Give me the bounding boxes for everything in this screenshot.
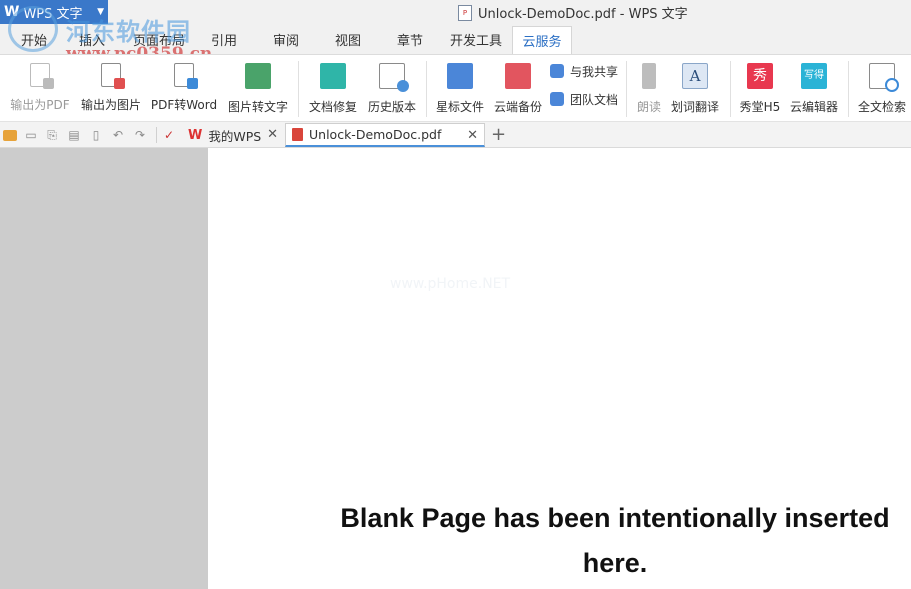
shared-with-me-label: 与我共享 [570, 64, 619, 79]
tab-developer[interactable]: 开发工具 [446, 26, 506, 54]
cloud-editor-label: 云编辑器 [789, 100, 838, 114]
page-body-text: Blank Page has been intentionally insert… [340, 503, 890, 578]
team-docs-label: 团队文档 [570, 92, 619, 107]
history-button[interactable]: 历史版本 [364, 59, 420, 119]
fulltext-search-label: 全文检索 [857, 100, 906, 114]
open-folder-icon[interactable] [3, 130, 17, 141]
shared-with-me-button[interactable]: 与我共享 [550, 61, 618, 81]
shared-with-me-icon [550, 64, 564, 78]
export-pdf-label: 输出为PDF [10, 98, 70, 112]
tab-my-wps[interactable]: W 我的WPS ✕ [182, 123, 284, 147]
document-tab-bar: ▭ ⎘ ▤ ▯ ↶ ↷ ✓ W 我的WPS ✕ Unlock-DemoDoc.p… [0, 122, 911, 148]
export-image-button[interactable]: 输出为图片 [78, 59, 144, 119]
translate-button[interactable]: A 划词翻译 [668, 59, 722, 119]
tab-my-wps-label: 我的WPS [208, 128, 262, 144]
fulltext-search-button[interactable]: 全文检索 [854, 59, 910, 119]
tab-cloud-services[interactable]: 云服务 [512, 26, 572, 54]
close-icon[interactable]: ✕ [267, 127, 278, 142]
undo-icon[interactable]: ↶ [111, 128, 125, 142]
close-icon[interactable]: ✕ [467, 128, 478, 143]
print-icon[interactable]: ▤ [67, 128, 81, 142]
ribbon-separator [298, 61, 299, 117]
starred-files-label: 星标文件 [435, 100, 484, 114]
pdf-file-icon [292, 128, 303, 141]
window-title-text: Unlock-DemoDoc.pdf - WPS 文字 [478, 7, 688, 22]
wps-logo-icon: W [188, 127, 203, 143]
starred-folder-icon [447, 63, 473, 89]
redo-icon[interactable]: ↷ [133, 128, 147, 142]
save-icon[interactable]: ▭ [24, 128, 38, 142]
ribbon-separator [426, 61, 427, 117]
starred-files-button[interactable]: 星标文件 [432, 59, 488, 119]
ribbon-separator [730, 61, 731, 117]
ribbon-separator [848, 61, 849, 117]
export-pdf-button[interactable]: 输出为PDF [6, 59, 74, 119]
export-pdf-icon [30, 63, 54, 89]
window-title: P Unlock-DemoDoc.pdf - WPS 文字 [458, 3, 688, 22]
tab-view[interactable]: 视图 [328, 26, 368, 54]
doc-repair-icon [320, 63, 346, 89]
xiutang-h5-button[interactable]: 秀 秀堂H5 [736, 59, 784, 119]
team-docs-icon [550, 92, 564, 106]
pdf-to-word-icon [174, 63, 198, 89]
document-gutter [0, 148, 208, 589]
cloud-backup-button[interactable]: 云端备份 [490, 59, 546, 119]
read-aloud-button[interactable]: 朗读 [632, 59, 666, 119]
team-docs-button[interactable]: 团队文档 [550, 89, 618, 109]
pdf-file-icon: P [458, 4, 472, 21]
export-image-icon [101, 63, 125, 89]
watermark-logo-icon [8, 6, 58, 52]
cloud-backup-label: 云端备份 [493, 100, 542, 114]
cloud-editor-button[interactable]: 写得 云编辑器 [786, 59, 842, 119]
doc-repair-button[interactable]: 文档修复 [304, 59, 362, 119]
tab-review[interactable]: 审阅 [266, 26, 306, 54]
translate-label: 划词翻译 [670, 100, 719, 114]
microphone-icon [642, 63, 656, 89]
image-to-text-label: 图片转文字 [227, 100, 288, 114]
new-tab-plus-icon[interactable]: + [491, 124, 506, 145]
history-icon [379, 63, 409, 92]
fulltext-search-icon [869, 63, 899, 92]
page-watermark: www.pHome.NET [390, 276, 511, 292]
xiutang-icon: 秀 [747, 63, 773, 89]
read-aloud-label: 朗读 [636, 100, 661, 114]
watermark-site-name: 河东软件园 [66, 18, 191, 46]
print-preview-icon[interactable]: ▯ [89, 128, 103, 142]
ribbon-toolbar: 输出为PDF 输出为图片 PDF转Word 图片转文字 文档修复 历史版本 星标… [0, 54, 911, 122]
tab-unlock-demodoc-label: Unlock-DemoDoc.pdf [309, 127, 442, 142]
save-as-icon[interactable]: ⎘ [45, 128, 59, 142]
xiutang-h5-label: 秀堂H5 [739, 100, 781, 114]
toolbar-separator [156, 127, 157, 143]
image-to-text-button[interactable]: 图片转文字 [224, 59, 292, 119]
tab-chapter[interactable]: 章节 [390, 26, 430, 54]
pdf-to-word-button[interactable]: PDF转Word [148, 59, 220, 119]
ribbon-separator [626, 61, 627, 117]
history-label: 历史版本 [367, 100, 416, 114]
image-to-text-icon [245, 63, 271, 89]
tab-unlock-demodoc[interactable]: Unlock-DemoDoc.pdf ✕ [285, 123, 485, 147]
export-image-label: 输出为图片 [80, 98, 141, 112]
customize-toolbar-icon[interactable]: ✓ [162, 128, 176, 142]
cloud-editor-icon: 写得 [801, 63, 827, 89]
pdf-to-word-label: PDF转Word [150, 98, 218, 112]
cloud-backup-icon [505, 63, 531, 89]
doc-repair-label: 文档修复 [308, 100, 357, 114]
translate-icon: A [682, 63, 708, 89]
